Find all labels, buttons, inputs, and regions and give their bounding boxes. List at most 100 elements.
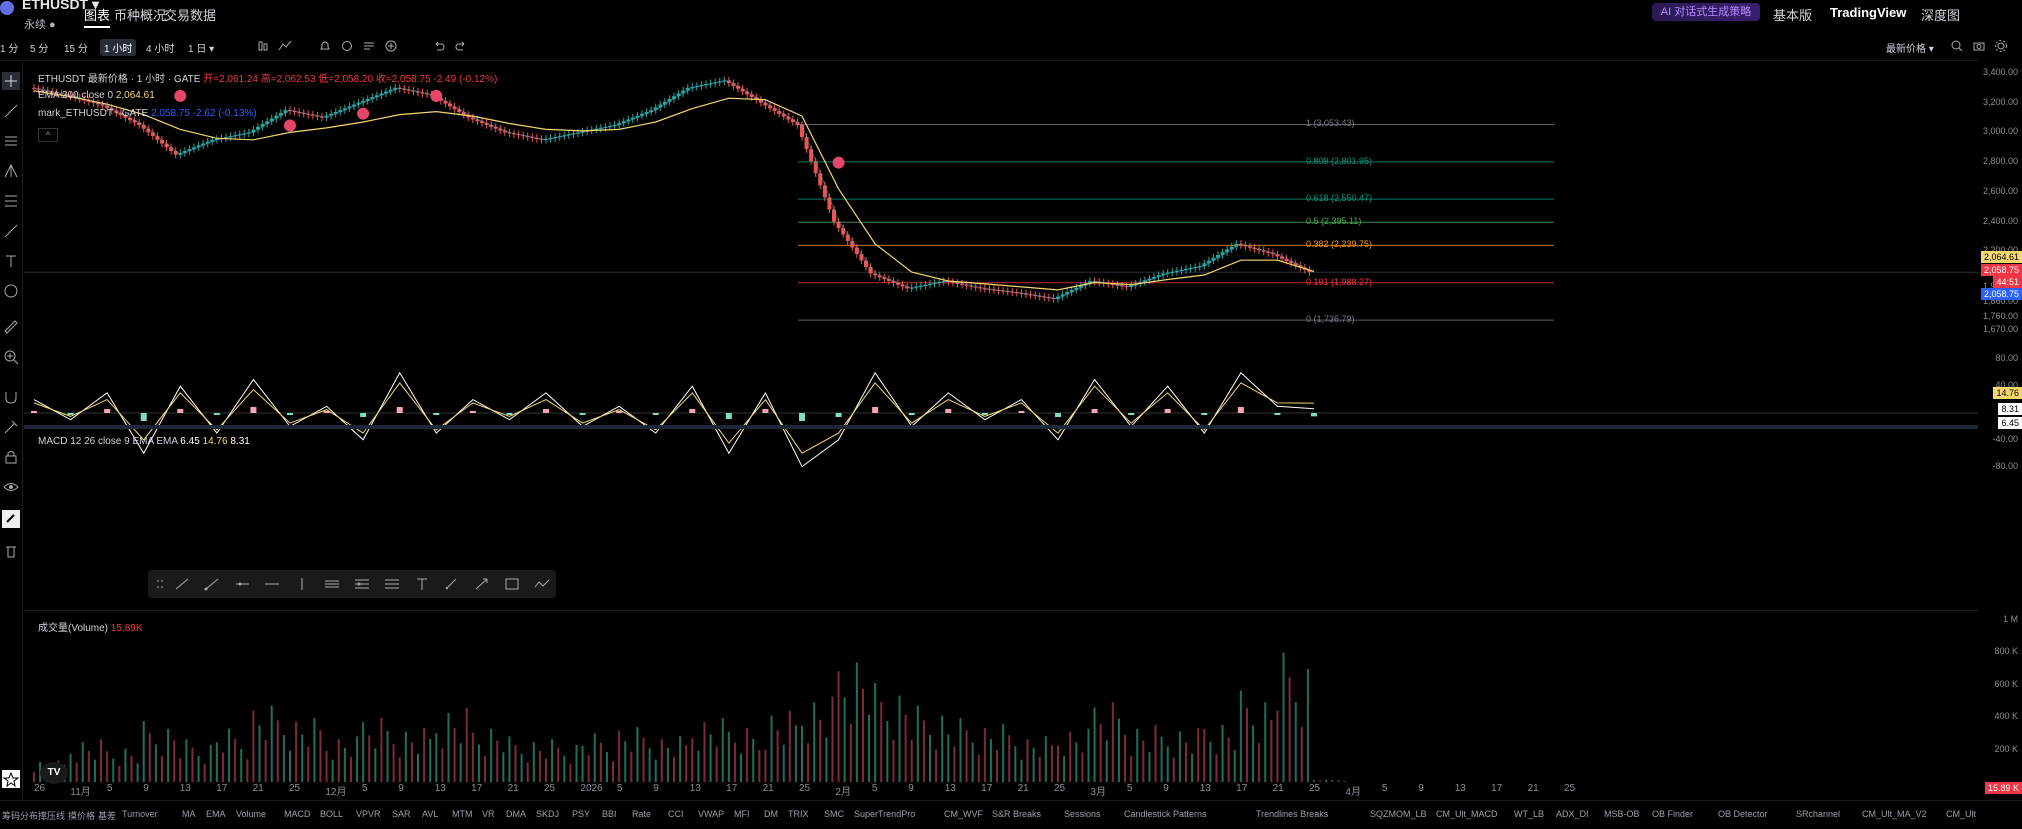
indicator-shortcut[interactable]: Volume: [236, 809, 266, 819]
price-chart[interactable]: [24, 60, 1978, 800]
tab-coin-overview[interactable]: 币种概况: [114, 5, 166, 24]
alert-icon[interactable]: [318, 39, 332, 53]
indicator-shortcut[interactable]: SAR: [392, 809, 411, 819]
indicator-shortcut[interactable]: BBI: [602, 809, 617, 819]
indicator-shortcut[interactable]: MACD: [284, 809, 311, 819]
indicator-shortcut[interactable]: PSY: [572, 809, 590, 819]
templates-icon[interactable]: [362, 39, 376, 53]
trend-line-icon[interactable]: [2, 102, 20, 120]
search-icon[interactable]: [1950, 39, 1964, 53]
indicator-shortcut[interactable]: MFI: [734, 809, 750, 819]
eye-icon[interactable]: [2, 478, 20, 496]
lock-icon[interactable]: [2, 448, 20, 466]
fib-channel-icon[interactable]: [354, 577, 370, 591]
indicator-shortcut[interactable]: OB Finder: [1652, 809, 1693, 819]
indicator-shortcut[interactable]: VWAP: [698, 809, 724, 819]
indicator-shortcut[interactable]: SuperTrendPro: [854, 809, 915, 819]
indicator-shortcut[interactable]: 基差: [98, 809, 116, 822]
indicator-shortcut[interactable]: CM_Ult_MA_V2: [1862, 809, 1927, 819]
price-mode-select[interactable]: 最新价格 ▾: [1886, 40, 1934, 55]
favorite-star-icon[interactable]: [2, 770, 20, 788]
brush-icon[interactable]: [2, 222, 20, 240]
timeframe-15m[interactable]: 15 分: [64, 40, 88, 55]
path-tool-icon[interactable]: [534, 577, 550, 591]
rectangle-tool-icon[interactable]: [504, 577, 520, 591]
indicator-shortcut[interactable]: VPVR: [356, 809, 381, 819]
indicator-shortcut[interactable]: EMA: [206, 809, 226, 819]
indicator-shortcut[interactable]: CM_Ult_MACD: [1436, 809, 1498, 819]
indicator-shortcut[interactable]: SQZMOM_LB: [1370, 809, 1427, 819]
ray-icon[interactable]: [204, 577, 220, 591]
timeframe-1d[interactable]: 1 日 ▾: [188, 40, 214, 55]
zoom-in-icon[interactable]: [2, 348, 20, 366]
tab-trading-data[interactable]: 交易数据: [164, 5, 216, 24]
magnet-icon[interactable]: [2, 388, 20, 406]
indicator-shortcut[interactable]: CCI: [668, 809, 684, 819]
collapse-legend-button[interactable]: ^: [38, 128, 58, 142]
pane-separator-macd[interactable]: [24, 425, 1978, 429]
indicator-shortcut[interactable]: BOLL: [320, 809, 343, 819]
pitchfork-icon[interactable]: [2, 162, 20, 180]
replay-icon[interactable]: [340, 39, 354, 53]
timeframe-1m[interactable]: 1 分: [0, 40, 18, 55]
indicator-shortcut[interactable]: SKDJ: [536, 809, 559, 819]
camera-icon[interactable]: [1972, 39, 1986, 53]
indicator-shortcut[interactable]: CM_Ult: [1946, 809, 1976, 819]
indicator-shortcut[interactable]: ADX_DI: [1556, 809, 1589, 819]
indicator-shortcut[interactable]: CM_WVF: [944, 809, 983, 819]
undo-icon[interactable]: [432, 39, 446, 53]
indicator-shortcut[interactable]: 撑压线: [38, 809, 65, 822]
indicators-icon[interactable]: [278, 39, 292, 53]
fib-retracement-icon[interactable]: [2, 192, 20, 210]
indicator-shortcut[interactable]: SMC: [824, 809, 844, 819]
drag-handle-icon[interactable]: [152, 577, 168, 591]
horizontal-lines-icon[interactable]: [2, 132, 20, 150]
settings-icon[interactable]: [1994, 39, 2008, 53]
indicator-shortcut[interactable]: MA: [182, 809, 196, 819]
indicator-shortcut[interactable]: WT_LB: [1514, 809, 1544, 819]
link-icon[interactable]: [2, 510, 20, 528]
ai-strategy-button[interactable]: AI 对话式生成策略: [1652, 3, 1760, 21]
indicator-shortcut[interactable]: Turnover: [122, 809, 158, 819]
text-icon[interactable]: [2, 252, 20, 270]
arrow-tool-icon[interactable]: [474, 577, 490, 591]
emoji-icon[interactable]: [2, 282, 20, 300]
crosshair-icon[interactable]: [2, 72, 20, 90]
tab-tradingview[interactable]: TradingView: [1830, 5, 1906, 20]
timeframe-1h[interactable]: 1 小时: [100, 39, 137, 56]
indicator-shortcut[interactable]: OB Detector: [1718, 809, 1768, 819]
indicator-shortcut[interactable]: Trendlines Breaks: [1256, 809, 1328, 819]
fib-extension-icon[interactable]: [384, 577, 400, 591]
vertical-line-icon[interactable]: [294, 577, 310, 591]
indicator-shortcut[interactable]: Sessions: [1064, 809, 1101, 819]
redo-icon[interactable]: [454, 39, 468, 53]
price-axis[interactable]: 3,400.00 3,200.00 3,000.00 2,800.00 2,600.00…: [1978, 60, 2022, 800]
indicator-shortcut[interactable]: DM: [764, 809, 778, 819]
indicator-shortcut[interactable]: 筹码分布: [2, 809, 38, 822]
tab-basic[interactable]: 基本版: [1773, 5, 1812, 24]
indicator-shortcut[interactable]: AVL: [422, 809, 438, 819]
indicator-shortcut[interactable]: Candlestick Patterns: [1124, 809, 1207, 819]
segment-icon[interactable]: [174, 577, 190, 591]
indicator-shortcut[interactable]: MTM: [452, 809, 473, 819]
timeframe-5m[interactable]: 5 分: [30, 40, 48, 55]
indicator-shortcut[interactable]: VR: [482, 809, 495, 819]
trash-icon[interactable]: [2, 542, 20, 560]
candle-type-icon[interactable]: [256, 39, 270, 53]
parallel-channel-icon[interactable]: [324, 577, 340, 591]
tab-chart[interactable]: 图表: [84, 5, 111, 28]
indicator-shortcut[interactable]: 摸价格: [68, 809, 95, 822]
tab-depth[interactable]: 深度图: [1921, 5, 1960, 24]
indicator-shortcut[interactable]: Rate: [632, 809, 651, 819]
horizontal-ray-icon[interactable]: [234, 577, 250, 591]
pane-separator-volume[interactable]: [24, 610, 1978, 611]
horizontal-line-icon[interactable]: [264, 577, 280, 591]
indicator-shortcut[interactable]: SRchannel: [1796, 809, 1840, 819]
text-tool-icon[interactable]: [414, 577, 430, 591]
timeframe-4h[interactable]: 4 小时: [146, 40, 174, 55]
indicator-shortcut[interactable]: MSB-OB: [1604, 809, 1640, 819]
stay-drawing-icon[interactable]: [2, 418, 20, 436]
indicator-shortcut[interactable]: DMA: [506, 809, 526, 819]
indicator-shortcut[interactable]: S&R Breaks: [992, 809, 1041, 819]
ruler-icon[interactable]: [2, 318, 20, 336]
